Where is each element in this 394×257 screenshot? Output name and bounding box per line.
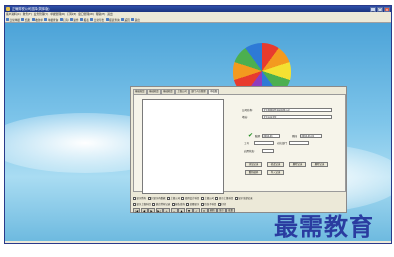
period-label: 账期 (255, 134, 261, 138)
worker-field[interactable] (254, 140, 274, 145)
option-checkbox[interactable]: 上级公司 (200, 196, 214, 200)
toolbar-button[interactable]: 日常导出 (90, 18, 104, 22)
option-checkbox[interactable]: 统计所有记录 (152, 202, 170, 206)
date-field[interactable]: 2016-01-01 (300, 133, 322, 138)
app-icon (6, 7, 10, 11)
dept-label: 对应部门 (277, 141, 288, 145)
window-controls: _ □ × (370, 6, 390, 12)
batch-button[interactable]: 批量 (226, 207, 235, 213)
next-record-button[interactable]: ▶ (148, 207, 155, 213)
address-row: 地址: 北京市海淀区 (242, 114, 332, 119)
toolbar-button[interactable]: 结账 (21, 18, 30, 22)
toolbar-button[interactable]: 打印 (59, 18, 68, 22)
toolbar-button[interactable]: 报表 (80, 18, 89, 22)
date-row: 账期 2016-01 期间 2016-01-01 (255, 133, 322, 138)
status-label: 启用状态: (244, 149, 255, 153)
close-button[interactable]: × (384, 6, 390, 12)
company-setup-dialog: 基础档案 基础档案 基础档案 上级公司 部门人员管理 审核图 公司名称: 北京财… (130, 86, 347, 213)
dept-select[interactable] (289, 140, 309, 145)
toolbar-button[interactable]: 单据查询 (44, 18, 58, 22)
edit-record-button[interactable]: 修改记录 (267, 162, 284, 167)
worker-label: 工号 (244, 141, 250, 145)
toolbar-button[interactable]: 退出 (131, 18, 140, 22)
option-checkbox[interactable]: 上级公司 (166, 196, 180, 200)
toolbar-button[interactable]: 报表查询 (105, 18, 120, 22)
option-checkbox[interactable]: 显示上级科目 (215, 196, 233, 200)
worker-row: 工号 对应部门 (244, 140, 309, 145)
confirm-button[interactable]: ✓ (193, 207, 200, 213)
window-title: 正确财税公司选择(简体版) (12, 7, 50, 11)
option-checkbox[interactable]: 只显示有数据 (147, 196, 165, 200)
show-button[interactable]: 显示 (217, 207, 226, 213)
option-checkbox[interactable]: 使用会计科目 (181, 196, 199, 200)
company-name-field[interactable]: 北京财税软件科技有限公司 (262, 107, 332, 112)
first-record-button[interactable]: |◀ (133, 207, 140, 213)
move-down-button[interactable]: ▼ (185, 207, 193, 213)
remove-button[interactable]: − (170, 207, 178, 213)
company-name-label: 公司名称: (242, 108, 253, 112)
option-checkbox[interactable]: 包含子科目 (200, 202, 216, 206)
import-record-button[interactable]: 导入记录 (267, 170, 284, 175)
record-list[interactable] (142, 99, 224, 194)
check-icon: ✔ (248, 132, 254, 139)
status-field[interactable] (262, 148, 274, 153)
move-up-button[interactable]: ▲ (178, 207, 185, 213)
recode-button[interactable]: 重新编码 (245, 170, 262, 175)
add-button[interactable]: + (163, 207, 170, 213)
cancel-button[interactable]: ✕ (200, 207, 208, 213)
date-label: 期间 (292, 134, 298, 138)
option-checkbox[interactable]: 金额显示 (186, 202, 199, 206)
address-field[interactable]: 北京市海淀区 (262, 114, 332, 119)
toolbar-button[interactable]: 复件 (69, 18, 79, 22)
refresh-button[interactable]: 刷新 (208, 207, 217, 213)
minimize-button[interactable]: _ (370, 6, 376, 12)
add-record-button[interactable]: 添加记录 (245, 162, 262, 167)
watermark-logo: 最需教育 (274, 212, 374, 241)
option-checkbox[interactable]: 报告查询 (171, 202, 185, 206)
option-checkbox[interactable]: 显示所有 (133, 196, 146, 200)
company-name-row: 公司名称: 北京财税软件科技有限公司 (242, 107, 332, 112)
delete-record-button[interactable]: 删除记录 (289, 162, 306, 167)
prev-record-button[interactable]: ◀ (140, 207, 148, 213)
last-record-button[interactable]: ▶| (155, 207, 163, 213)
option-checkbox[interactable]: 显示上级科目 (133, 202, 151, 206)
option-checkbox[interactable]: 打印 (217, 202, 226, 206)
address-label: 地址: (242, 115, 248, 119)
toolbar-button[interactable]: 收款单 (31, 18, 43, 22)
status-row: 启用状态: (244, 148, 274, 153)
toolbar-button[interactable]: 日常单据 (6, 18, 20, 22)
maximize-button[interactable]: □ (377, 6, 383, 12)
options-row-1: 显示所有 只显示有数据 上级公司 使用会计科目 上级公司 显示上级科目 显示全部… (133, 195, 344, 200)
period-field[interactable]: 2016-01 (262, 133, 280, 138)
options-row-2: 显示上级科目 统计所有记录 报告查询 金额显示 包含子科目 打印 (133, 201, 344, 206)
delete-record-button-2[interactable]: 删除记录 (311, 162, 328, 167)
toolbar-button[interactable]: 返回 (121, 18, 130, 22)
option-checkbox[interactable]: 显示全部记录 (234, 196, 253, 200)
